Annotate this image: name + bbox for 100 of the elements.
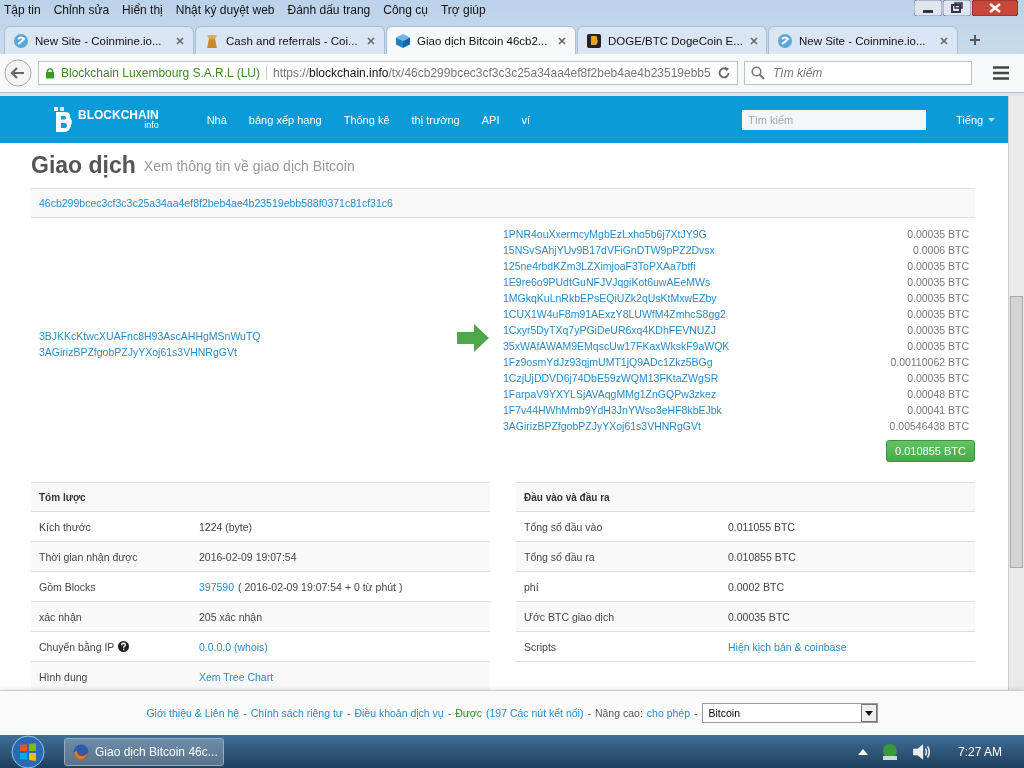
row-label: Gồm Blocks <box>39 580 96 593</box>
row-label: Scripts <box>524 640 557 653</box>
table-header: Đầu vào và đầu ra <box>516 482 975 512</box>
nav-link[interactable]: bảng xếp hạng <box>248 113 322 126</box>
footer-link[interactable]: cho phép <box>646 707 691 719</box>
menu-item[interactable]: Trợ giúp <box>440 3 486 17</box>
total-amount-button[interactable]: 0.010855 BTC <box>886 440 975 462</box>
status-link[interactable]: Được <box>455 707 482 719</box>
browser-tab[interactable]: New Site - Coinmine.io... <box>4 26 194 54</box>
address-field[interactable]: Blockchain Luxembourg S.A.R.L (LU) https://blockchain.info/tx/46cb299bcec3cf3c3c25a34aa4ef8f2beb4ae4b23519ebb5 <box>38 61 738 85</box>
footer-link[interactable]: (197 Các nút kết nối) <box>485 707 584 719</box>
output-address-link[interactable]: 1Fz9osmYdJz93qjmUMT1jQ9ADc1Zkz5BGg <box>503 356 713 368</box>
footer-text: - <box>243 707 247 719</box>
nav-link[interactable]: thị trường <box>411 113 460 126</box>
page-title: Giao dịch <box>31 152 136 179</box>
input-address-link[interactable]: 3AGirizBPZfgobPZJyYXoj61s3VHNRgGVt <box>39 346 451 358</box>
caret-icon <box>988 117 996 122</box>
nav-link[interactable]: Nhà <box>206 113 227 126</box>
nav-link[interactable]: Thống kê <box>343 113 390 126</box>
site-identity: Blockchain Luxembourg S.A.R.L (LU) <box>61 66 267 80</box>
output-address-link[interactable]: 35xWAfAWAM9EMqscUw17FKaxWkskF9aWQK <box>503 340 730 352</box>
footer-link[interactable]: Giới thiệu & Liên hệ <box>146 707 240 719</box>
menu-item[interactable]: Hiển thị <box>122 3 163 17</box>
menu-item[interactable]: Công cụ <box>383 3 428 17</box>
row-link[interactable]: Hiện kịch bản & coinbase <box>728 640 847 653</box>
browser-tab[interactable]: New Site - Coinmine.io... <box>768 26 958 54</box>
output-address-link[interactable]: 1MGkqKuLnRkbEPsEQiUZk2qUsKtMxwEZby <box>503 292 717 304</box>
output-address-link[interactable]: 125ne4rbdKZm3LZXimjoaF3ToPXAa7btfi <box>503 260 696 272</box>
output-address-link[interactable]: 1CzjUjDDVD6j74DbE59zWQM13FKtaZWgSR <box>503 372 719 384</box>
output-amount: 0.00035 BTC <box>907 260 969 272</box>
taskbar-button[interactable]: Giao dịch Bitcoin 46c... <box>64 737 224 766</box>
help-icon[interactable] <box>118 641 130 652</box>
blockchain-logo-icon[interactable] <box>52 105 74 134</box>
input-address-link[interactable]: 3BJKKcKtwcXUAFnc8H93AscAHHgMSnWuTQ <box>39 330 451 342</box>
logo-text[interactable]: BLOCKCHAIN <box>78 109 159 121</box>
minimize-icon[interactable] <box>914 0 942 16</box>
output-amount: 0.00035 BTC <box>907 228 969 240</box>
arrow-icon <box>457 324 489 352</box>
output-address-link[interactable]: 15NSvSAhjYUv9B17dVFiGnDTW9pPZ2Dvsx <box>503 244 715 256</box>
footer-text: - <box>694 707 698 719</box>
output-address-link[interactable]: 1E9re6o9PUdtGuNFJVJqgiKot6uwAEeMWs <box>503 276 711 288</box>
output-address-link[interactable]: 3AGirizBPZfgobPZJyYXoj61s3VHNRgGVt <box>503 420 701 432</box>
output-address-link[interactable]: 1PNR4ouXxermcyMgbEzLxho5b6j7XtJY9G <box>503 228 707 240</box>
menu-item[interactable]: Tập tin <box>4 3 41 17</box>
new-tab-icon[interactable] <box>969 34 981 46</box>
row-label: Tổng số đầu ra <box>524 550 595 563</box>
close-tab-icon[interactable] <box>366 35 376 46</box>
row-label: Ước BTC giao dịch <box>524 610 614 623</box>
scrollbar[interactable] <box>1008 96 1024 690</box>
transaction-hash-link[interactable]: 46cb299bcec3cf3c3c25a34aa4ef8f2beb4ae4b23519ebb588f0371c81cf31c6 <box>39 197 393 209</box>
footer-link[interactable]: Chính sách riêng tư <box>250 707 343 719</box>
nav-link[interactable]: ví <box>521 113 531 126</box>
browser-tab[interactable]: Giao dịch Bitcoin 46cb2... <box>386 26 576 54</box>
output-amount: 0.00035 BTC <box>907 276 969 288</box>
clock: 7:27 AM <box>957 744 1002 759</box>
site-search-field[interactable]: Tìm kiếm <box>742 109 927 130</box>
currency-select[interactable]: Bitcoin <box>701 703 878 723</box>
output-address-link[interactable]: 1F7v44HWhMmb9YdH3JnYWso3eHF8kbEJbk <box>503 404 722 416</box>
search-icon <box>751 66 765 80</box>
row-label: Hình dung <box>39 670 88 683</box>
browser-tab[interactable]: DOGE/BTC DogeCoin E... <box>577 26 767 54</box>
language-menu[interactable]: Tiếng <box>956 113 996 126</box>
show-hidden-icons-icon[interactable] <box>857 747 868 756</box>
footer-text: - <box>447 707 452 719</box>
row-label: Tổng số đầu vào <box>524 520 603 533</box>
row-link[interactable]: Xem Tree Chart <box>199 670 274 683</box>
close-tab-icon[interactable] <box>939 35 949 46</box>
b-logo-icon <box>586 32 602 49</box>
footer-text: Nâng cao: <box>594 707 643 719</box>
row-label: xác nhận <box>39 610 82 623</box>
footer-text: - <box>346 707 351 719</box>
start-button-icon[interactable] <box>8 734 48 768</box>
nav-link[interactable]: API <box>481 113 500 126</box>
footer-link[interactable]: Điều khoản dịch vụ <box>354 707 444 719</box>
output-address-link[interactable]: 1FarpaV9YXYLSjAVAqgMMg1ZnGQPw3zkez <box>503 388 717 400</box>
row-value: 0.010855 BTC <box>728 550 796 563</box>
row-link[interactable]: 397590 <box>199 580 235 593</box>
close-icon[interactable] <box>972 0 1018 16</box>
url-text: https://blockchain.info/tx/46cb299bcec3cf3c3c25a34aa4ef8f2beb4ae4b23519ebb5 <box>273 66 711 80</box>
row-link[interactable]: 0.0.0.0 (whois) <box>199 640 268 653</box>
reload-icon[interactable] <box>717 66 731 80</box>
menu-item[interactable]: Chỉnh sửa <box>53 3 110 17</box>
search-field[interactable]: Tìm kiếm <box>744 61 972 85</box>
close-tab-icon[interactable] <box>175 35 185 46</box>
row-value: 0.011055 BTC <box>728 520 795 533</box>
menu-icon[interactable] <box>992 65 1010 81</box>
close-tab-icon[interactable] <box>557 35 567 46</box>
dropdown-icon <box>860 704 877 722</box>
restore-icon[interactable] <box>943 0 971 16</box>
menu-item[interactable]: Đánh dấu trang <box>287 3 371 17</box>
menu-item[interactable]: Nhật ký duyệt web <box>175 3 275 17</box>
row-label: Kích thước <box>39 520 91 533</box>
footer-text: - <box>587 707 591 719</box>
close-tab-icon[interactable] <box>748 35 759 46</box>
output-address-link[interactable]: 1CUX1W4uF8m91AExzY8LUWfM4ZmhcS8gg2 <box>503 308 726 320</box>
browser-tab[interactable]: Cash and referrals - Coi... <box>195 26 385 54</box>
speaker-icon[interactable] <box>911 742 932 761</box>
back-icon[interactable] <box>4 59 32 87</box>
output-address-link[interactable]: 1Cxyr5DyTXq7yPGiDeUR6xq4KDhFEVNUZJ <box>503 324 716 336</box>
output-amount: 0.00041 BTC <box>907 404 969 416</box>
